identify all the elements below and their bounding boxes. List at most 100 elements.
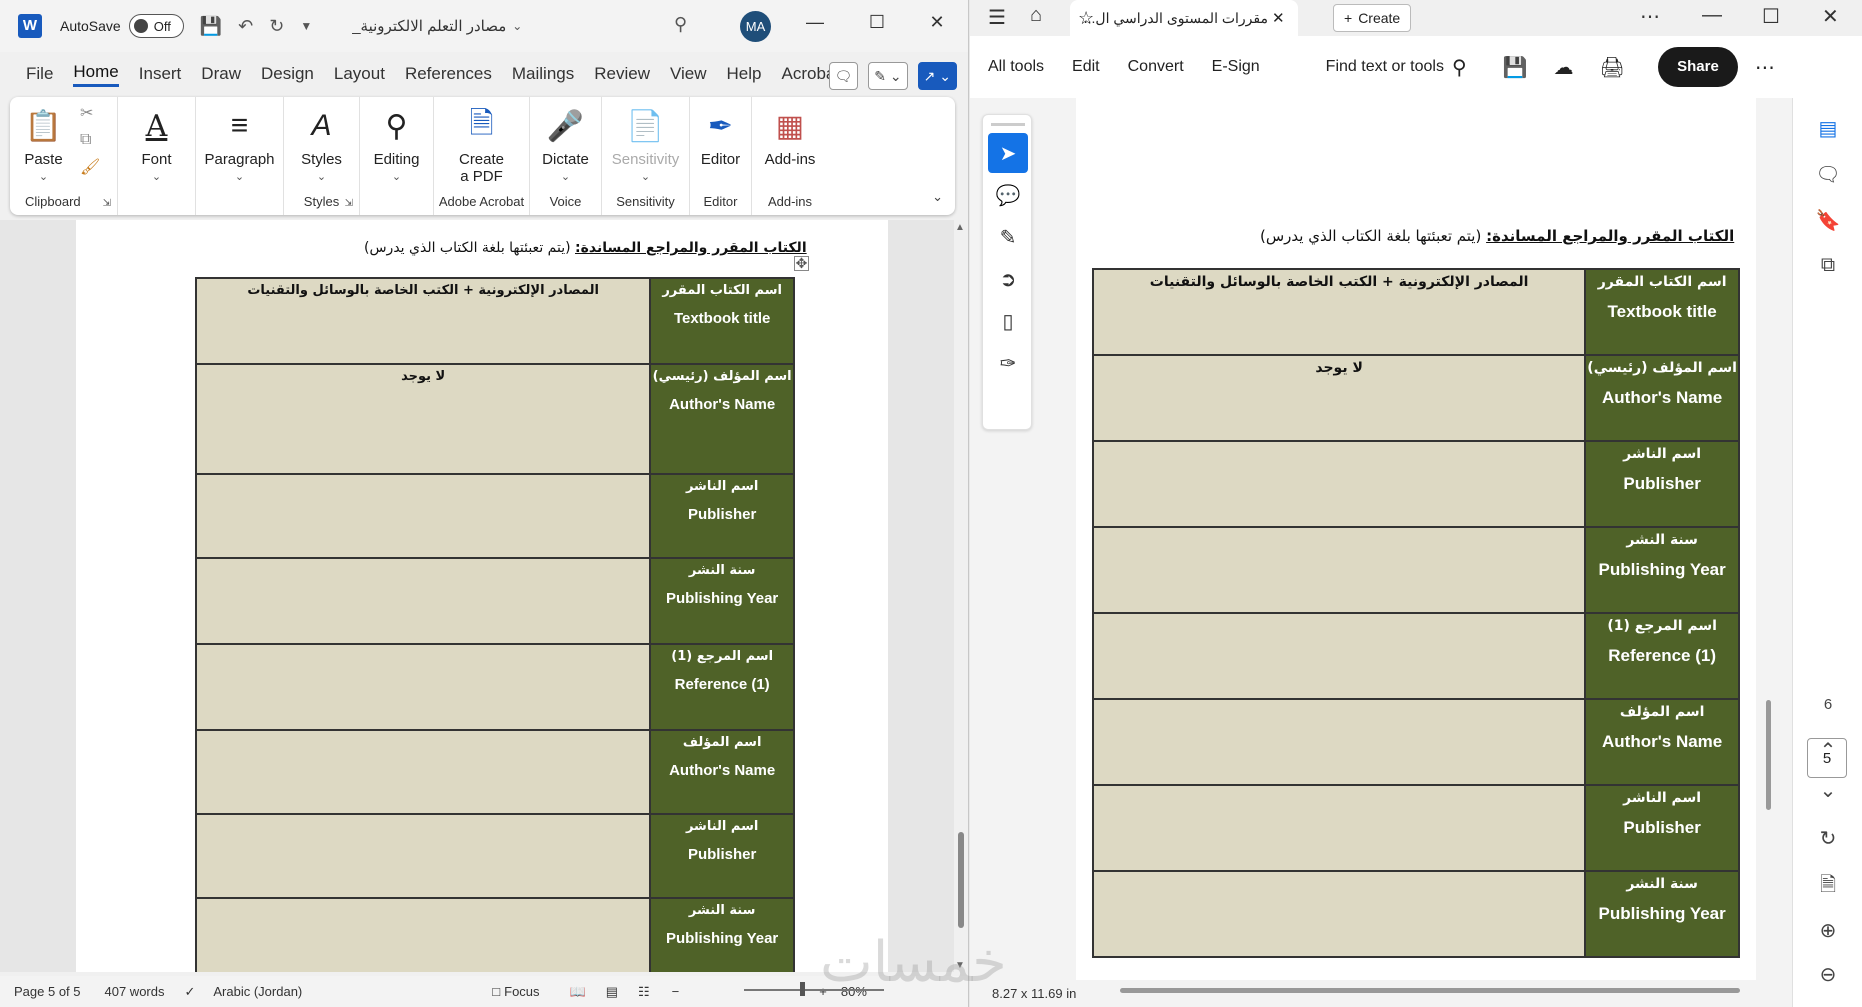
search-icon[interactable]: ⚲ bbox=[674, 14, 687, 35]
print-layout-icon[interactable]: ▤ bbox=[606, 984, 618, 1000]
document-tab[interactable]: ✕ مقررات المستوى الدراسي ال... ☆ bbox=[1070, 0, 1298, 36]
all-tools-button[interactable]: All tools bbox=[988, 58, 1044, 76]
comments-panel-icon[interactable]: 🗨 bbox=[1813, 162, 1843, 192]
dialog-launcher-icon[interactable]: ⇲ bbox=[103, 198, 111, 209]
tab-mailings[interactable]: Mailings bbox=[512, 64, 574, 84]
row-value-cell[interactable] bbox=[1091, 612, 1587, 700]
edit-button[interactable]: Edit bbox=[1072, 58, 1100, 76]
comments-button[interactable]: 🗨 bbox=[828, 62, 859, 90]
upload-cloud-icon[interactable]: ☁ bbox=[1554, 55, 1574, 80]
zoom-out-icon[interactable]: − bbox=[672, 984, 680, 999]
sign-pen-icon[interactable]: ✑ bbox=[988, 343, 1028, 383]
pages-icon[interactable]: ⧉ bbox=[1813, 254, 1843, 284]
redo-icon[interactable]: ↻ bbox=[269, 16, 284, 37]
acrobat-close-icon[interactable]: ✕ bbox=[1822, 4, 1839, 29]
proofing-icon[interactable]: ✓ bbox=[184, 984, 195, 1000]
row-label-cell[interactable]: اسم الكتاب المقرر Textbook title bbox=[649, 277, 795, 365]
tab-close-icon[interactable]: ✕ bbox=[1272, 9, 1285, 27]
more-horizontal-icon[interactable]: ⋯ bbox=[1640, 4, 1660, 29]
editing-button[interactable]: ⚲ Editing ⌄ bbox=[374, 97, 420, 215]
maximize-icon[interactable]: ☐ bbox=[862, 12, 892, 33]
close-icon[interactable]: ✕ bbox=[922, 12, 952, 33]
tab-home[interactable]: Home bbox=[73, 62, 119, 87]
home-icon[interactable]: ⌂ bbox=[1030, 4, 1042, 27]
tab-layout[interactable]: Layout bbox=[334, 64, 385, 84]
pdf-horizontal-scrollbar[interactable] bbox=[1120, 988, 1740, 993]
row-label-cell[interactable]: اسم الناشر Publisher bbox=[649, 473, 795, 559]
share-button[interactable]: Share bbox=[1658, 47, 1738, 87]
row-value-cell[interactable] bbox=[194, 897, 652, 972]
save-icon[interactable]: 💾 bbox=[1503, 55, 1528, 80]
row-label-cell[interactable]: اسم الكتاب المقرر Textbook title bbox=[1584, 268, 1740, 356]
page-down-chevron-icon[interactable]: ⌄ bbox=[1813, 778, 1843, 808]
menu-icon[interactable]: ☰ bbox=[988, 5, 1006, 30]
zoom-slider-thumb[interactable] bbox=[800, 982, 805, 996]
row-label-cell[interactable]: اسم الناشر Publisher bbox=[1584, 440, 1740, 528]
tab-references[interactable]: References bbox=[405, 64, 492, 84]
minimize-icon[interactable]: — bbox=[800, 12, 830, 33]
more-options-icon[interactable]: ⋯ bbox=[1755, 55, 1775, 80]
text-box-icon[interactable]: ▯ bbox=[988, 301, 1028, 341]
row-value-cell[interactable]: المصادر الإلكترونية + الكتب الخاصة بالوس… bbox=[194, 277, 652, 365]
comment-icon[interactable]: 💬 bbox=[988, 175, 1028, 215]
tab-design[interactable]: Design bbox=[261, 64, 314, 84]
copy-icon[interactable]: ⧉ bbox=[80, 131, 100, 149]
collapse-ribbon-icon[interactable]: ⌄ bbox=[932, 189, 943, 205]
tab-draw[interactable]: Draw bbox=[201, 64, 241, 84]
row-value-cell[interactable] bbox=[194, 729, 652, 815]
fit-page-icon[interactable]: 🗎 bbox=[1813, 870, 1843, 900]
tab-view[interactable]: View bbox=[670, 64, 707, 84]
row-value-cell[interactable] bbox=[194, 813, 652, 899]
find-text-input[interactable]: Find text or tools bbox=[1326, 58, 1444, 76]
scroll-up-arrow-icon[interactable]: ▲ bbox=[955, 222, 965, 233]
document-title[interactable]: مصادر التعلم الالكترونية_ bbox=[352, 17, 506, 35]
bookmark-icon[interactable]: 🔖 bbox=[1813, 208, 1843, 238]
row-value-cell[interactable] bbox=[1091, 870, 1587, 958]
star-icon[interactable]: ☆ bbox=[1078, 8, 1094, 29]
avatar[interactable]: MA bbox=[740, 11, 771, 42]
row-value-cell[interactable] bbox=[1091, 440, 1587, 528]
row-value-cell[interactable] bbox=[194, 643, 652, 731]
row-value-cell[interactable]: المصادر الإلكترونية + الكتب الخاصة بالوس… bbox=[1091, 268, 1587, 356]
convert-button[interactable]: Convert bbox=[1128, 58, 1184, 76]
format-painter-icon[interactable]: 🖌 bbox=[80, 157, 100, 177]
tab-help[interactable]: Help bbox=[727, 64, 762, 84]
drag-handle[interactable] bbox=[991, 123, 1025, 126]
tab-insert[interactable]: Insert bbox=[139, 64, 182, 84]
tab-review[interactable]: Review bbox=[594, 64, 650, 84]
row-value-cell[interactable] bbox=[1091, 526, 1587, 614]
row-label-cell[interactable]: سنة النشر Publishing Year bbox=[1584, 870, 1740, 958]
create-button[interactable]: + Create bbox=[1333, 4, 1412, 32]
row-label-cell[interactable]: اسم الناشر Publisher bbox=[1584, 784, 1740, 872]
autosave-toggle[interactable]: Off bbox=[128, 14, 184, 38]
zoom-out-icon[interactable]: ⊖ bbox=[1813, 962, 1843, 992]
acrobat-maximize-icon[interactable]: ☐ bbox=[1762, 4, 1780, 29]
row-label-cell[interactable]: اسم المؤلف (رئيسي) Author's Name bbox=[649, 363, 795, 475]
esign-button[interactable]: E-Sign bbox=[1212, 58, 1260, 76]
paragraph-button[interactable]: ≡ Paragraph ⌄ bbox=[204, 97, 274, 215]
row-label-cell[interactable]: اسم المؤلف (رئيسي) Author's Name bbox=[1584, 354, 1740, 442]
editing-mode-button[interactable]: ✎ ⌄ bbox=[868, 62, 908, 90]
acrobat-minimize-icon[interactable]: — bbox=[1702, 4, 1722, 27]
language-status[interactable]: Arabic (Jordan) bbox=[213, 984, 302, 999]
table-move-handle-icon[interactable]: ✥ bbox=[794, 256, 809, 271]
focus-icon[interactable]: □ bbox=[492, 984, 500, 999]
read-mode-icon[interactable]: 📖 bbox=[570, 984, 586, 1000]
scrollbar-thumb[interactable] bbox=[958, 832, 964, 928]
word-vertical-scrollbar[interactable]: ▲ ▼ bbox=[954, 220, 968, 972]
row-value-cell[interactable] bbox=[1091, 698, 1587, 786]
undo-icon[interactable]: ↶ bbox=[238, 16, 253, 37]
row-label-cell[interactable]: اسم المرجع (1) Reference (1) bbox=[1584, 612, 1740, 700]
row-label-cell[interactable]: اسم المرجع (1) Reference (1) bbox=[649, 643, 795, 731]
customize-qat-icon[interactable]: ▼ bbox=[300, 19, 312, 33]
row-value-cell[interactable] bbox=[1091, 784, 1587, 872]
cut-icon[interactable]: ✂ bbox=[80, 103, 100, 123]
row-label-cell[interactable]: سنة النشر Publishing Year bbox=[649, 897, 795, 972]
row-label-cell[interactable]: سنة النشر Publishing Year bbox=[1584, 526, 1740, 614]
page-up-chevron-icon[interactable]: ⌃ bbox=[1813, 738, 1843, 768]
row-label-cell[interactable]: سنة النشر Publishing Year bbox=[649, 557, 795, 645]
row-value-cell[interactable]: لا يوجد bbox=[194, 363, 652, 475]
row-label-cell[interactable]: اسم الناشر Publisher bbox=[649, 813, 795, 899]
focus-label[interactable]: Focus bbox=[504, 984, 539, 999]
ai-assistant-icon[interactable]: ▤ bbox=[1813, 116, 1843, 146]
